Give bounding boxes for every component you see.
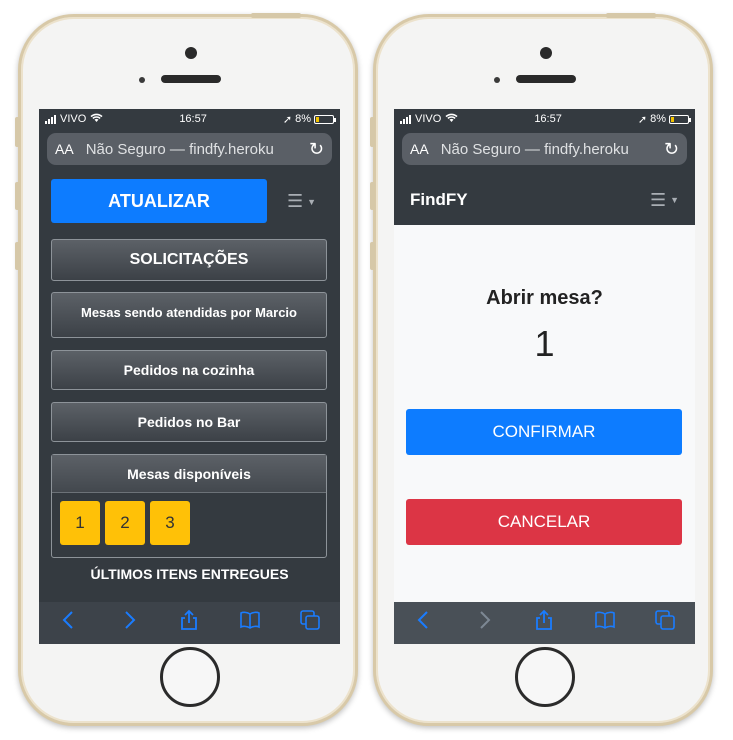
- open-table-question: Abrir mesa?: [486, 287, 603, 309]
- front-camera: [540, 47, 552, 59]
- address-bar[interactable]: AA Não Seguro — findfy.heroku ↻: [402, 133, 687, 165]
- address-bar[interactable]: AA Não Seguro — findfy.heroku ↻: [47, 133, 332, 165]
- back-icon[interactable]: [413, 609, 435, 637]
- battery-percent: 8%: [295, 113, 311, 125]
- reload-icon[interactable]: ↻: [309, 139, 324, 160]
- table-button-2[interactable]: 2: [105, 501, 145, 545]
- share-icon[interactable]: [178, 609, 200, 637]
- battery-percent: 8%: [650, 113, 666, 125]
- cancel-button[interactable]: CANCELAR: [406, 499, 682, 545]
- available-tables-header[interactable]: Mesas disponíveis: [52, 455, 326, 493]
- location-icon: ➚: [637, 113, 648, 126]
- table-buttons: 1 2 3: [52, 493, 326, 553]
- table-button-1[interactable]: 1: [60, 501, 100, 545]
- tabs-icon[interactable]: [654, 609, 676, 637]
- browser-toolbar: [394, 602, 695, 644]
- available-tables-card: Mesas disponíveis 1 2 3: [51, 454, 327, 558]
- battery-icon: [313, 114, 336, 124]
- wifi-icon: [90, 113, 103, 126]
- brand-logo[interactable]: FindFY: [410, 190, 468, 210]
- proximity-sensor: [139, 77, 145, 83]
- menu-toggle[interactable]: ☰ ▼: [650, 190, 679, 211]
- earpiece-speaker: [516, 75, 576, 83]
- browser-toolbar: [39, 602, 340, 644]
- hamburger-icon: ☰: [287, 191, 304, 211]
- caret-down-icon: ▼: [307, 196, 317, 207]
- left-screen: VIVO 16:57 ➚ 8% AA Não Seguro — findfy.h…: [39, 109, 340, 644]
- url-text[interactable]: Não Seguro — findfy.heroku: [86, 141, 303, 158]
- wifi-icon: [445, 113, 458, 126]
- forward-icon[interactable]: [118, 609, 140, 637]
- reader-text-size-button[interactable]: AA: [410, 141, 429, 157]
- kitchen-orders-panel[interactable]: Pedidos na cozinha: [51, 350, 327, 390]
- delivered-items-heading: ÚLTIMOS ITENS ENTREGUES: [90, 566, 289, 582]
- right-phone: VIVO 16:57 ➚ 8% AA Não Seguro — findfy.h…: [370, 13, 713, 726]
- tabs-icon[interactable]: [299, 609, 321, 637]
- navbar: FindFY ☰ ▼: [394, 175, 695, 225]
- volume-down-button: [370, 242, 375, 270]
- back-icon[interactable]: [58, 609, 80, 637]
- reader-text-size-button[interactable]: AA: [55, 141, 74, 157]
- power-button: [606, 13, 656, 18]
- clock: 16:57: [179, 113, 207, 125]
- carrier-label: VIVO: [60, 113, 87, 125]
- signal-icon: [400, 114, 411, 124]
- front-camera: [185, 47, 197, 59]
- home-button[interactable]: [160, 647, 220, 707]
- home-button[interactable]: [515, 647, 575, 707]
- clock: 16:57: [534, 113, 562, 125]
- table-number: 1: [534, 323, 555, 364]
- table-button-3[interactable]: 3: [150, 501, 190, 545]
- hamburger-icon: ☰: [649, 189, 667, 210]
- bookmarks-icon[interactable]: [594, 609, 616, 637]
- battery-icon: [668, 114, 691, 124]
- refresh-button[interactable]: ATUALIZAR: [51, 179, 267, 223]
- reload-icon[interactable]: ↻: [664, 139, 679, 160]
- volume-up-button: [370, 182, 375, 210]
- bar-orders-panel[interactable]: Pedidos no Bar: [51, 402, 327, 442]
- url-text[interactable]: Não Seguro — findfy.heroku: [441, 141, 658, 158]
- volume-down-button: [15, 242, 20, 270]
- earpiece-speaker: [161, 75, 221, 83]
- tables-served-panel[interactable]: Mesas sendo atendidas por Marcio: [51, 292, 327, 338]
- menu-toggle[interactable]: ☰ ▼: [287, 191, 316, 212]
- forward-icon[interactable]: [473, 609, 495, 637]
- proximity-sensor: [494, 77, 500, 83]
- requests-panel[interactable]: SOLICITAÇÕES: [51, 239, 327, 281]
- mute-switch: [15, 117, 20, 147]
- volume-up-button: [15, 182, 20, 210]
- left-phone: VIVO 16:57 ➚ 8% AA Não Seguro — findfy.h…: [15, 13, 358, 726]
- confirm-button[interactable]: CONFIRMAR: [406, 409, 682, 455]
- status-bar: VIVO 16:57 ➚ 8%: [394, 109, 695, 129]
- share-icon[interactable]: [533, 609, 555, 637]
- right-screen: VIVO 16:57 ➚ 8% AA Não Seguro — findfy.h…: [394, 109, 695, 644]
- status-bar: VIVO 16:57 ➚ 8%: [39, 109, 340, 129]
- carrier-label: VIVO: [415, 113, 442, 125]
- bookmarks-icon[interactable]: [239, 609, 261, 637]
- location-icon: ➚: [282, 113, 293, 126]
- caret-down-icon: ▼: [670, 195, 679, 205]
- signal-icon: [45, 114, 56, 124]
- mute-switch: [370, 117, 375, 147]
- power-button: [251, 13, 301, 18]
